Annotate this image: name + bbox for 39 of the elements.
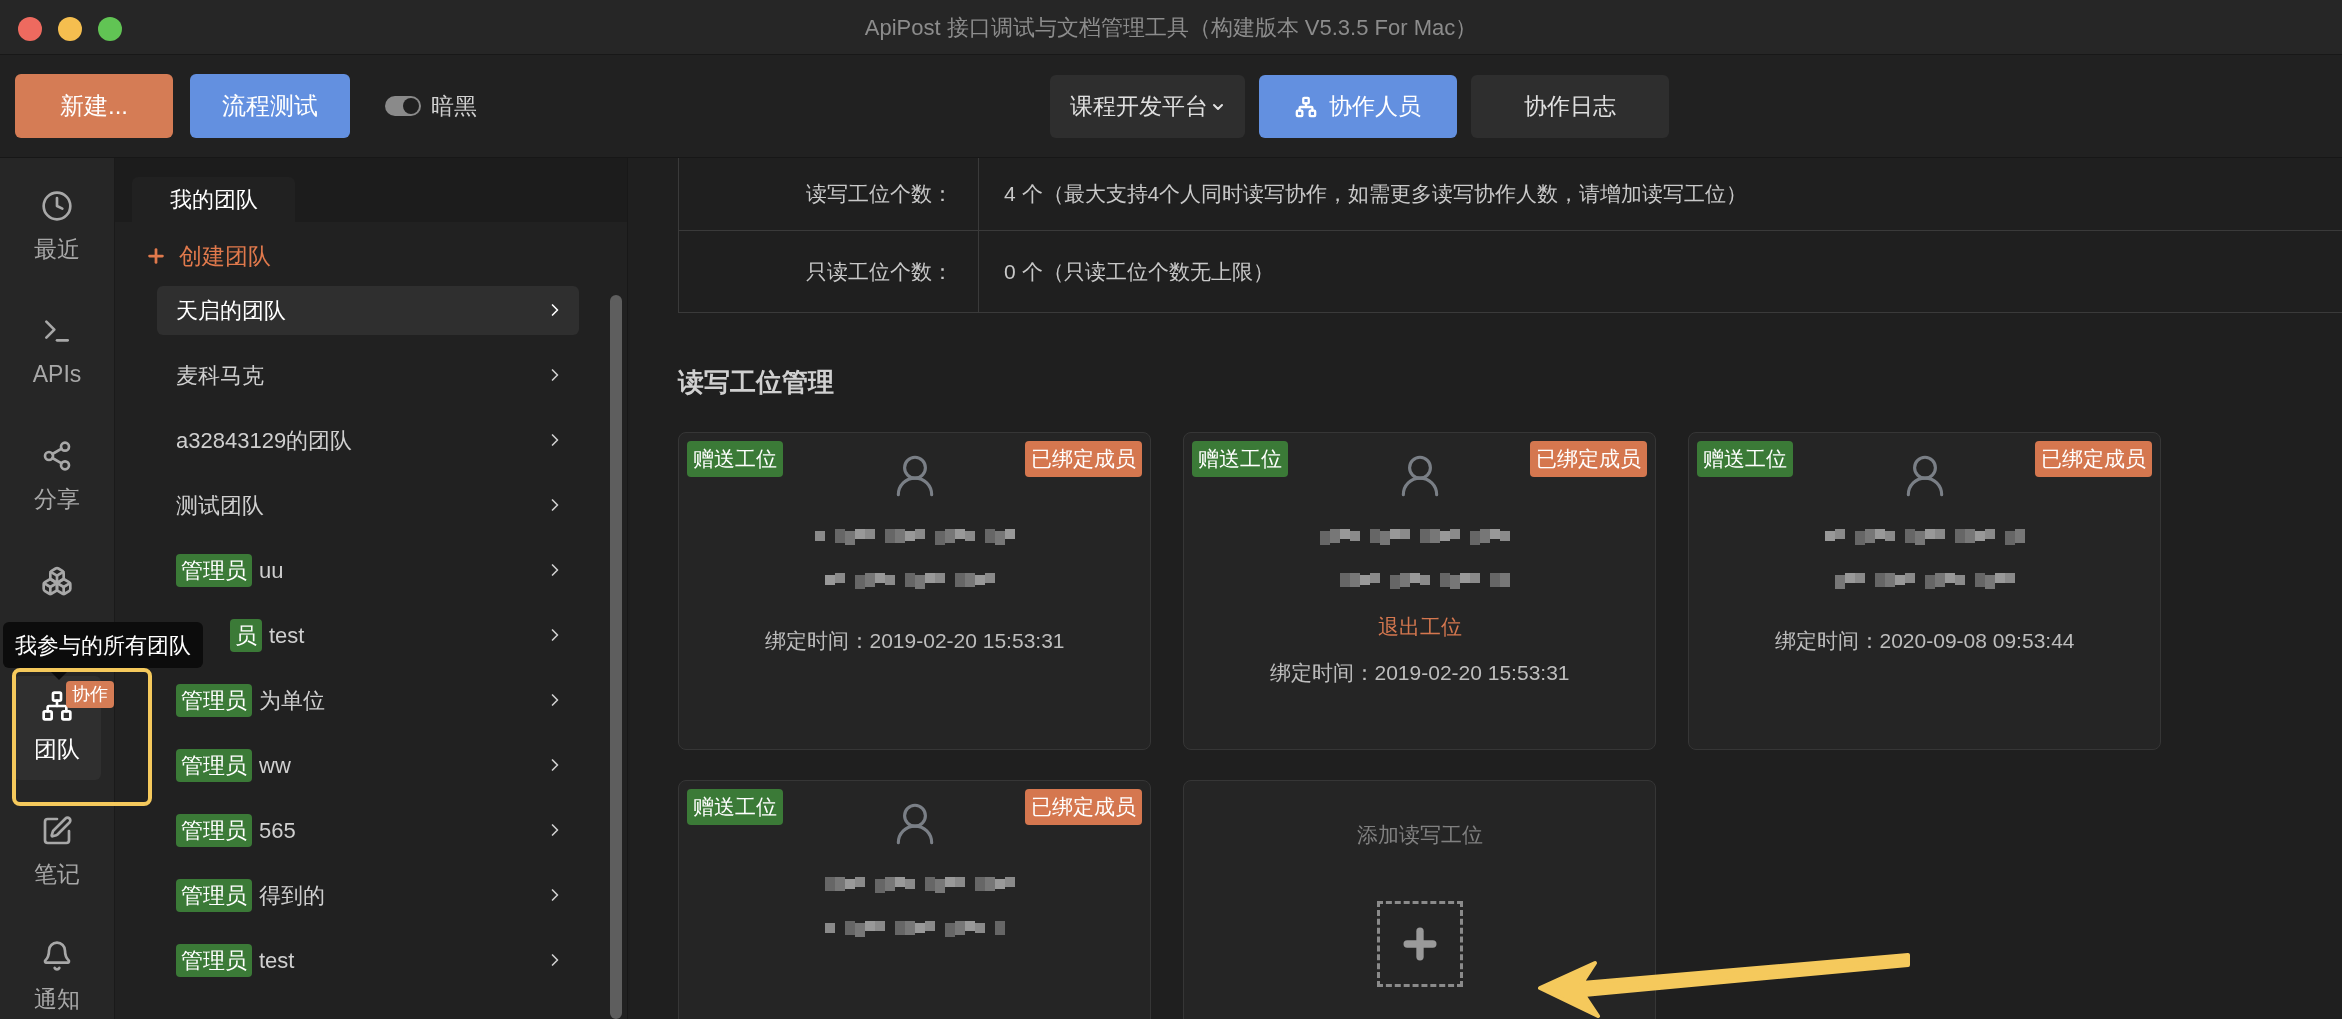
admin-badge: 管理员 bbox=[176, 748, 252, 782]
info-value: 4 个（最大支持4个人同时读写协作，如需更多读写协作人数，请增加读写工位） bbox=[1003, 181, 1748, 208]
dark-mode-label: 暗黑 bbox=[431, 91, 477, 121]
info-value: 0 个（只读工位个数无上限） bbox=[1003, 258, 1274, 285]
team-name: a32843129的团队 bbox=[176, 426, 353, 455]
bound-time: 绑定时间：2020-09-08 09:53:44 bbox=[1774, 628, 2075, 654]
team-name: uu bbox=[259, 556, 284, 585]
gift-seat-tag: 赠送工位 bbox=[687, 789, 783, 825]
section-title: 读写工位管理 bbox=[678, 366, 835, 399]
admin-badge: 管理员 bbox=[176, 943, 252, 977]
team-name: 测试团队 bbox=[176, 491, 264, 520]
team-name: test bbox=[259, 946, 295, 975]
window-title: ApiPost 接口调试与文档管理工具（构建版本 V5.3.5 For Mac） bbox=[864, 13, 1478, 42]
team-name: test bbox=[269, 621, 305, 650]
bound-time: 绑定时间：2019-02-20 15:53:31 bbox=[1269, 659, 1570, 686]
collab-badge: 协作 bbox=[66, 681, 114, 708]
team-name: 天启的团队 bbox=[176, 296, 286, 325]
team-name: 为单位 bbox=[259, 686, 325, 715]
add-seat-label: 添加读写工位 bbox=[1356, 822, 1483, 848]
tooltip: 我参与的所有团队 bbox=[3, 622, 203, 680]
gift-seat-tag: 赠送工位 bbox=[1697, 441, 1793, 477]
info-label: 只读工位个数： bbox=[679, 231, 979, 312]
info-label: 读写工位个数： bbox=[679, 158, 979, 230]
team-name: 565 bbox=[259, 816, 296, 845]
bound-time: 绑定时间：2019-02-20 15:53:31 bbox=[764, 628, 1065, 654]
team-name: 麦科马克 bbox=[176, 361, 264, 390]
bound-member-tag: 已绑定成员 bbox=[1025, 789, 1142, 825]
admin-badge: 管理员 bbox=[176, 683, 252, 717]
admin-badge: 管理员 bbox=[176, 553, 252, 587]
bound-member-tag: 已绑定成员 bbox=[1025, 441, 1142, 477]
admin-badge: 管理员 bbox=[176, 813, 252, 847]
gift-seat-tag: 赠送工位 bbox=[687, 441, 783, 477]
team-name: 得到的 bbox=[259, 881, 325, 910]
bound-member-tag: 已绑定成员 bbox=[2035, 441, 2152, 477]
team-name: ww bbox=[259, 751, 291, 780]
bound-member-tag: 已绑定成员 bbox=[1530, 441, 1647, 477]
gift-seat-tag: 赠送工位 bbox=[1192, 441, 1288, 477]
admin-badge: 管理员 bbox=[176, 878, 252, 912]
admin-badge: 员 bbox=[230, 618, 262, 652]
